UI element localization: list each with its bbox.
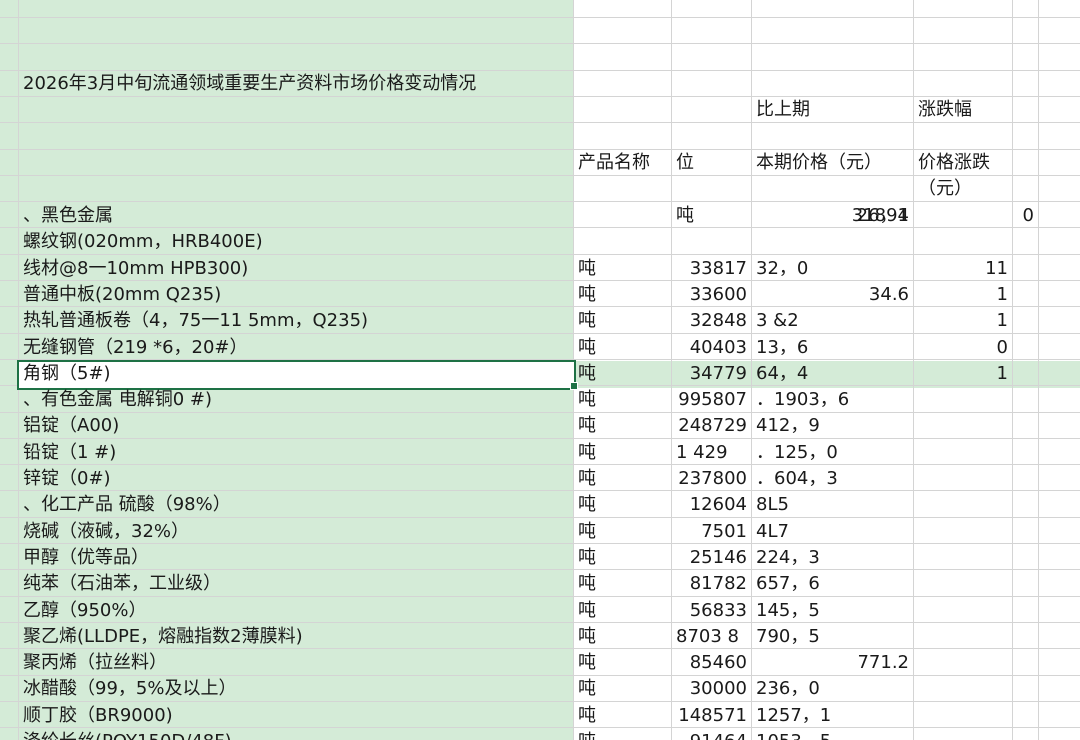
pct-cell[interactable]: 0 (913, 335, 1012, 361)
row-gridline (0, 43, 1080, 44)
product-name-cell[interactable]: 线材@8一10mm HPB300) (18, 256, 573, 282)
unit-cell[interactable]: 吨 (573, 282, 671, 308)
price-cell[interactable]: 30000 (671, 676, 751, 702)
unit-text-cell[interactable]: 8703 8 (671, 624, 751, 650)
change-cell[interactable]: 412，9 (751, 413, 913, 439)
unit-cell[interactable]: 吨 (573, 387, 671, 413)
product-name-cell[interactable]: 热轧普通板卷（4，75一11 5mm，Q235) (18, 308, 573, 334)
unit-cell[interactable]: 吨 (573, 519, 671, 545)
change-cell[interactable]: ．604，3 (751, 466, 913, 492)
unit-text-cell[interactable]: 吨 (671, 203, 751, 229)
unit-cell[interactable]: 吨 (573, 729, 671, 740)
column-gridline (1038, 0, 1039, 740)
price-cell[interactable]: 34779 (671, 361, 751, 387)
unit-cell[interactable]: 吨 (573, 545, 671, 571)
pct-cell[interactable]: 1 (913, 361, 1012, 387)
unit-cell[interactable]: 吨 (573, 650, 671, 676)
product-name-cell[interactable]: 冰醋酸（99，5%及以上） (18, 676, 573, 702)
product-name-cell[interactable]: 纯苯（石油苯，工业级） (18, 571, 573, 597)
header-compare[interactable]: 比上期 (751, 97, 913, 123)
price-cell[interactable]: 32848 (671, 308, 751, 334)
pct-cell[interactable]: 11 (913, 256, 1012, 282)
price-cell[interactable]: 56833 (671, 598, 751, 624)
header-unit[interactable]: 位 (671, 150, 751, 176)
product-name-cell[interactable]: 无缝钢管（219 *6，20#） (18, 335, 573, 361)
header-price-change-unit[interactable]: （元） (913, 176, 1012, 202)
header-price-change[interactable]: 价格涨跌 (913, 150, 1012, 176)
change-cell[interactable]: 8L5 (751, 492, 913, 518)
pct-cell[interactable]: 1 (913, 282, 1012, 308)
change-cell[interactable]: 657，6 (751, 571, 913, 597)
pct-cell[interactable]: 1 (913, 308, 1012, 334)
change-cell[interactable]: 13，6 (751, 335, 913, 361)
price-cell[interactable]: 40403 (671, 335, 751, 361)
unit-cell[interactable]: 吨 (573, 256, 671, 282)
product-name-cell[interactable]: 、化工产品 硫酸（98%） (18, 492, 573, 518)
price-cell[interactable]: 33817 (671, 256, 751, 282)
unit-cell[interactable]: 吨 (573, 598, 671, 624)
price-cell[interactable]: 148571 (671, 703, 751, 729)
unit-cell[interactable]: 吨 (573, 703, 671, 729)
price-cell[interactable]: 12604 (671, 492, 751, 518)
product-name-cell[interactable]: 锌锭（0#) (18, 466, 573, 492)
change-cell[interactable]: ．1903，6 (751, 387, 913, 413)
price-cell[interactable]: 237800 (671, 466, 751, 492)
spreadsheet-grid[interactable]: 2026年3月中旬流通领域重要生产资料市场价格变动情况 比上期 涨跌幅 产品名称… (0, 0, 1080, 740)
product-name-cell[interactable]: 螺纹钢(020mm，HRB400E) (18, 229, 573, 255)
change-cell[interactable]: 64，4 (751, 361, 913, 387)
change-cell[interactable]: 3 &2 (751, 308, 913, 334)
unit-cell[interactable]: 吨 (573, 308, 671, 334)
price-cell[interactable]: 25146 (671, 545, 751, 571)
price-cell[interactable]: 91464 (671, 729, 751, 740)
product-name-cell[interactable]: 铝锭（A00) (18, 413, 573, 439)
extra-cell[interactable]: 0 (1012, 203, 1038, 229)
change-cell[interactable]: 32，0 (751, 256, 913, 282)
product-name-cell[interactable]: 、黑色金属 (18, 203, 573, 229)
unit-cell[interactable]: 吨 (573, 466, 671, 492)
unit-cell[interactable]: 吨 (573, 335, 671, 361)
unit-cell[interactable]: 吨 (573, 676, 671, 702)
change-cell[interactable]: 145，5 (751, 598, 913, 624)
change-number-cell[interactable]: 771.2 (751, 650, 913, 676)
change-cell[interactable]: 236，0 (751, 676, 913, 702)
product-name-cell[interactable]: 涤纶长丝(POY150D/48F) (18, 729, 573, 740)
product-name-cell[interactable]: 铅锭（1 #) (18, 440, 573, 466)
product-name-cell[interactable]: 角钢（5#) (18, 361, 573, 387)
product-name-cell[interactable]: 、有色金属 电解铜0 #) (18, 387, 573, 413)
product-name-cell[interactable]: 聚乙烯(LLDPE，熔融指数2薄膜料) (18, 624, 573, 650)
sheet-title[interactable]: 2026年3月中旬流通领域重要生产资料市场价格变动情况 (18, 71, 573, 97)
price-cell[interactable]: 33600 (671, 282, 751, 308)
price-cell[interactable]: 81782 (671, 571, 751, 597)
price-cell[interactable]: 995807 (671, 387, 751, 413)
change-cell[interactable]: 790，5 (751, 624, 913, 650)
product-name-cell[interactable]: 顺丁胶（BR9000) (18, 703, 573, 729)
unit-cell[interactable]: 吨 (573, 361, 671, 387)
product-name-cell[interactable]: 乙醇（950%） (18, 598, 573, 624)
header-product-name[interactable]: 产品名称 (573, 150, 671, 176)
product-name-cell[interactable]: 甲醇（优等品） (18, 545, 573, 571)
column-gridline (1012, 0, 1013, 740)
change-cell[interactable]: 1257，1 (751, 703, 913, 729)
header-change-pct[interactable]: 涨跌幅 (913, 97, 1012, 123)
change-cell[interactable]: 224，3 (751, 545, 913, 571)
change-cell[interactable]: ．125，0 (751, 440, 913, 466)
change-cell[interactable]: 4L7 (751, 519, 913, 545)
unit-cell[interactable]: 吨 (573, 492, 671, 518)
header-current-price[interactable]: 本期价格（元） (751, 150, 913, 176)
product-name-cell[interactable]: 普通中板(20mm Q235) (18, 282, 573, 308)
unit-cell[interactable]: 吨 (573, 571, 671, 597)
price-cell[interactable]: 7501 (671, 519, 751, 545)
change-number-cell[interactable]: 26，4 (751, 203, 913, 229)
product-name-cell[interactable]: 烧碱（液碱，32%） (18, 519, 573, 545)
unit-cell[interactable]: 吨 (573, 440, 671, 466)
change-cell[interactable]: 1053，5 (751, 729, 913, 740)
unit-cell[interactable]: 吨 (573, 413, 671, 439)
price-cell[interactable]: 85460 (671, 650, 751, 676)
row-gridline (0, 17, 1080, 18)
unit-cell[interactable]: 吨 (573, 624, 671, 650)
product-name-cell[interactable]: 聚丙烯（拉丝料） (18, 650, 573, 676)
unit-text-cell[interactable]: 1 429 (671, 440, 751, 466)
change-number-cell[interactable]: 34.6 (751, 282, 913, 308)
price-cell[interactable]: 248729 (671, 413, 751, 439)
